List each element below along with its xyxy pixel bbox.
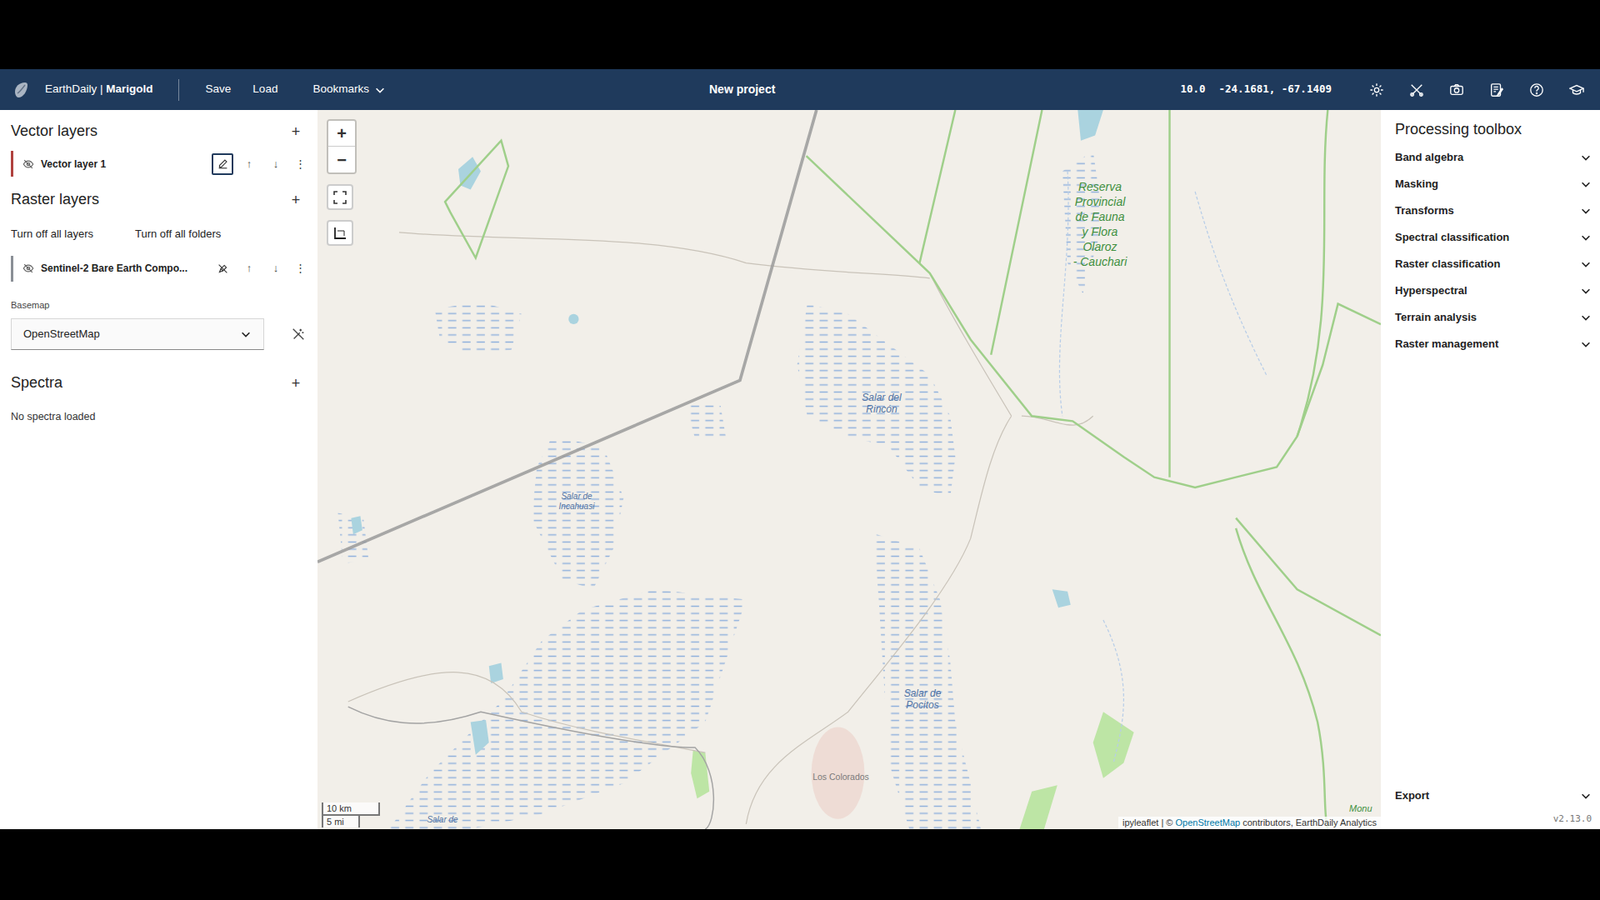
- camera-icon[interactable]: [1449, 82, 1465, 98]
- graduation-cap-icon[interactable]: [1569, 82, 1585, 98]
- edit-layer-button[interactable]: [209, 151, 236, 177]
- layer-row[interactable]: Sentinel-2 Bare Earth Compo... ↑↓⋮: [10, 255, 316, 282]
- zoom-level: 10.0: [1180, 81, 1205, 98]
- version-label: v2.13.0: [1395, 812, 1592, 827]
- attribution-link[interactable]: OpenStreetMap: [1175, 817, 1240, 828]
- toolbox-section[interactable]: Raster management: [1395, 330, 1592, 358]
- layer-action-button[interactable]: Turn off all layers: [10, 225, 94, 243]
- chevron-down-icon: [1580, 311, 1592, 324]
- chevron-down-icon: [1580, 338, 1592, 350]
- zoom-out-button[interactable]: −: [328, 146, 355, 173]
- map-label: Salar deIncahuasi: [559, 491, 595, 512]
- chevron-down-icon: [1580, 205, 1592, 217]
- help-icon[interactable]: [1529, 82, 1545, 98]
- map-label: Los Colorados: [812, 771, 870, 783]
- chevron-down-icon: [240, 328, 252, 340]
- map-label: ReservaProvincialde Faunay FloraOlaroz- …: [1073, 179, 1128, 270]
- spectra-header: Spectra+: [10, 371, 318, 395]
- add-button[interactable]: +: [285, 190, 306, 210]
- map-label: Monu: [1349, 803, 1373, 815]
- notes-icon[interactable]: [1489, 82, 1505, 98]
- draw-rectangle-button[interactable]: [326, 220, 354, 246]
- move-up-button[interactable]: ↑: [235, 151, 263, 177]
- spectra-empty: No spectra loaded: [10, 409, 318, 425]
- basemap-tiles[interactable]: [317, 110, 1381, 830]
- toolbox-section[interactable]: Masking: [1395, 170, 1592, 198]
- pencil-icon: [217, 158, 229, 170]
- logo-icon: [11, 80, 32, 100]
- gear-icon[interactable]: [1369, 82, 1385, 98]
- add-button[interactable]: +: [285, 121, 306, 142]
- map-label: Salar delRincón: [861, 391, 901, 415]
- toolbox-section[interactable]: Spectral classification: [1395, 224, 1592, 251]
- project-title: New project: [709, 80, 775, 99]
- eye-off-icon[interactable]: [22, 262, 35, 275]
- app-header: EarthDaily | MarigoldSaveLoadBookmarksNe…: [0, 69, 1600, 110]
- chevron-down-icon: [1580, 285, 1592, 297]
- fullscreen-icon: [333, 190, 347, 205]
- fullscreen-button[interactable]: [326, 184, 354, 210]
- layer-row[interactable]: Vector layer 1 ↑↓⋮: [10, 150, 316, 177]
- export-section[interactable]: Export: [1395, 784, 1592, 808]
- layer-name[interactable]: Sentinel-2 Bare Earth Compo...: [40, 260, 188, 276]
- header-divider: [178, 79, 180, 101]
- processing-toolbox: Processing toolbox Band algebraMaskingTra…: [1380, 110, 1600, 830]
- basemap-select[interactable]: OpenStreetMap: [10, 318, 265, 350]
- layer-name[interactable]: Vector layer 1: [40, 156, 106, 172]
- chevron-down-icon: [374, 84, 386, 96]
- layers-panel: Vector layers+Vector layer 1↑↓⋮Raster la…: [0, 110, 318, 830]
- scale-bar: 10 km5 mi: [321, 802, 380, 828]
- zoom-control: +−: [326, 119, 357, 175]
- wand-off-icon[interactable]: [290, 326, 306, 342]
- raster-layers-header: Raster layers+: [10, 188, 318, 211]
- chevron-down-icon: [1580, 790, 1592, 802]
- menu-button[interactable]: Save: [205, 80, 232, 98]
- rectangle-select-icon: [333, 226, 347, 240]
- move-up-button[interactable]: ↑: [235, 255, 263, 281]
- chevron-down-icon: [1580, 178, 1592, 190]
- toolbox-title: Processing toolbox: [1395, 118, 1592, 141]
- toolbox-section[interactable]: Transforms: [1395, 197, 1592, 225]
- eye-off-icon[interactable]: [22, 158, 35, 170]
- paint-off-icon: [217, 263, 229, 275]
- menu-button[interactable]: Load: [252, 80, 278, 98]
- more-button[interactable]: ⋮: [289, 255, 311, 281]
- map-label: Salar dePocitos: [904, 687, 942, 711]
- layer-action-button[interactable]: Turn off all folders: [135, 225, 221, 243]
- add-button[interactable]: +: [285, 373, 306, 394]
- toolbox-section[interactable]: Band algebra: [1395, 144, 1592, 171]
- move-down-button[interactable]: ↓: [262, 255, 290, 281]
- chevron-down-icon: [1580, 231, 1592, 244]
- vector-layers-header: Vector layers+: [10, 120, 318, 143]
- basemap-label: Basemap: [10, 298, 318, 313]
- move-down-button[interactable]: ↓: [262, 151, 290, 177]
- toolbox-section[interactable]: Hyperspectral: [1395, 277, 1592, 305]
- bookmarks-menu[interactable]: Bookmarks: [312, 80, 386, 98]
- map-view[interactable]: ReservaProvincialde Faunay FloraOlaroz- …: [317, 110, 1381, 830]
- tools-icon[interactable]: [1409, 82, 1425, 98]
- zoom-in-button[interactable]: +: [328, 120, 355, 147]
- edit-layer-button[interactable]: [209, 255, 236, 281]
- toolbox-section[interactable]: Raster classification: [1395, 250, 1592, 278]
- chevron-down-icon: [1580, 258, 1592, 270]
- chevron-down-icon: [1580, 151, 1592, 164]
- map-label: Salar de: [426, 815, 458, 825]
- cursor-coordinates: -24.1681, -67.1409: [1219, 81, 1332, 98]
- toolbox-section[interactable]: Terrain analysis: [1395, 304, 1592, 331]
- map-attribution: ipyleaflet | © OpenStreetMap contributor…: [1118, 816, 1381, 830]
- more-button[interactable]: ⋮: [289, 151, 311, 177]
